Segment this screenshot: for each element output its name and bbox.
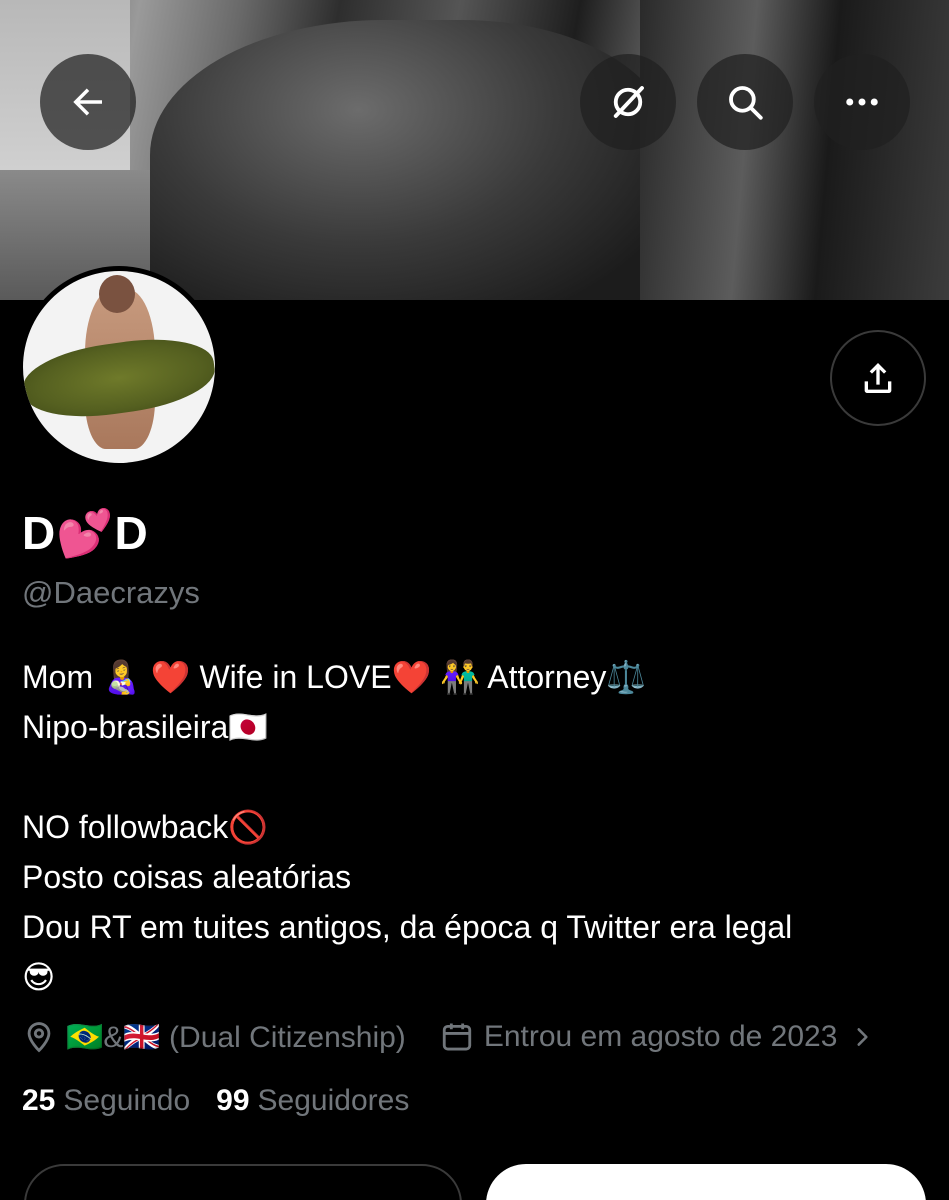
more-horizontal-icon	[846, 98, 878, 106]
bio-line: Posto coisas aleatórias	[22, 859, 352, 895]
message-button[interactable]	[24, 1164, 462, 1200]
bio-line: Mom 👩‍🍼 ❤️ Wife in LOVE❤️ 👫 Attorney⚖️	[22, 659, 647, 695]
calendar-icon	[442, 1023, 471, 1051]
follow-button[interactable]	[486, 1164, 926, 1200]
bio-line	[22, 752, 932, 802]
avatar-photo-region	[99, 275, 135, 313]
avatar-photo-region	[23, 329, 215, 427]
search-icon	[729, 86, 763, 120]
user-handle: @Daecrazys	[22, 575, 200, 610]
grok-icon	[613, 86, 644, 118]
bio: Mom 👩‍🍼 ❤️ Wife in LOVE❤️ 👫 Attorney⚖️ N…	[22, 652, 932, 1002]
share-upload-icon	[864, 363, 892, 393]
followers-label: Seguidores	[257, 1084, 410, 1117]
follow-stats: 25 Seguindo 99 Seguidores	[22, 1084, 409, 1118]
search-button[interactable]	[697, 54, 793, 150]
banner-photo-region	[640, 0, 949, 300]
following-link[interactable]: 25 Seguindo	[22, 1084, 190, 1118]
banner-photo-region	[150, 20, 670, 300]
bio-line: Dou RT em tuites antigos, da época q Twi…	[22, 909, 793, 945]
join-date[interactable]: Entrou em agosto de 2023	[440, 1020, 876, 1054]
following-label: Seguindo	[63, 1084, 191, 1117]
location-pin-icon	[27, 1022, 51, 1053]
bio-line: 😎	[22, 959, 56, 995]
more-button[interactable]	[814, 54, 910, 150]
chevron-right-icon	[857, 1028, 869, 1046]
avatar-photo	[23, 271, 215, 463]
grok-button[interactable]	[580, 54, 676, 150]
join-date-text: Entrou em agosto de 2023	[483, 1020, 838, 1053]
bio-line: NO followback🚫	[22, 809, 269, 845]
arrow-left-icon	[73, 88, 102, 116]
back-button[interactable]	[40, 54, 136, 150]
bio-line: Nipo-brasileira🇯🇵	[22, 709, 269, 745]
following-count: 25	[22, 1084, 56, 1117]
profile-banner[interactable]	[0, 0, 949, 300]
location-text: 🇧🇷&🇬🇧 (Dual Citizenship)	[66, 1020, 406, 1054]
followers-count: 99	[216, 1084, 250, 1117]
followers-link[interactable]: 99 Seguidores	[216, 1084, 409, 1118]
share-button[interactable]	[830, 330, 926, 426]
display-name: D💕D	[22, 507, 149, 559]
avatar[interactable]	[18, 266, 220, 468]
location: 🇧🇷&🇬🇧 (Dual Citizenship)	[22, 1020, 406, 1055]
profile-meta: 🇧🇷&🇬🇧 (Dual Citizenship) Entrou em agost…	[22, 1014, 875, 1060]
